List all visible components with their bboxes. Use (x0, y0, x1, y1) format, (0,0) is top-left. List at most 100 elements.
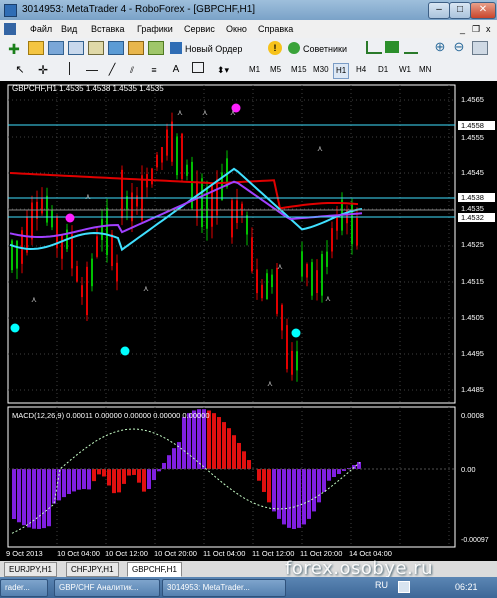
metaeditor-icon[interactable]: ! (268, 41, 282, 55)
drawing-toolbar: ↖ ✛ ╱ ⫽ ≡ A ⬍▾ M1 M5 M15 M30 H1 H4 D1 W1… (0, 60, 497, 82)
navigator-icon[interactable] (108, 41, 124, 55)
line-chart-icon[interactable] (404, 41, 418, 54)
candlestick-icon[interactable] (385, 41, 399, 53)
fibonacci-icon[interactable]: ≡ (148, 62, 160, 78)
crosshair-icon[interactable]: ✛ (36, 62, 50, 78)
candle-body (51, 210, 53, 228)
timeframe-h4[interactable]: H4 (354, 63, 368, 77)
channel-icon[interactable]: ⫽ (126, 62, 138, 78)
new-order-button[interactable]: Новый Ордер (170, 41, 260, 57)
timeframe-m30[interactable]: M30 (311, 63, 331, 77)
candle-body (151, 168, 153, 185)
menu-insert[interactable]: Вставка (91, 24, 124, 34)
candle-body (331, 228, 333, 252)
profiles-icon[interactable] (48, 41, 64, 55)
candlesticks (11, 112, 358, 382)
tile-windows-icon[interactable] (472, 41, 488, 55)
candle-body (46, 195, 48, 223)
price-tag: 1.4538 (461, 193, 484, 202)
tester-icon[interactable] (148, 41, 164, 55)
timeframe-m5[interactable]: M5 (268, 63, 283, 77)
arrow-marker: ⋏ (325, 294, 331, 303)
candle-body (156, 154, 158, 168)
mdi-close-button[interactable]: x (486, 24, 491, 34)
maximize-button[interactable]: □ (449, 2, 471, 19)
candle-body (76, 266, 78, 282)
new-order-icon (170, 42, 182, 54)
timeframe-m1[interactable]: M1 (247, 63, 262, 77)
macd-bar (87, 469, 91, 490)
taskbar-item[interactable]: rader... (0, 579, 48, 597)
macd-bar (47, 469, 51, 527)
macd-bar (77, 469, 81, 490)
signal-dot (291, 328, 301, 338)
macd-bar (112, 469, 116, 494)
timeframe-w1[interactable]: W1 (397, 63, 413, 77)
trendline-icon[interactable]: ╱ (106, 62, 118, 78)
candle-body (231, 200, 233, 238)
clock: 06:21 (455, 582, 478, 592)
experts-button[interactable]: Советники (288, 41, 362, 57)
price-chart[interactable]: ⋏ ⋏ ⋏ ⋏ ⋏ ⋏ ⋏ ⋏ ⋏ ⋏ GBPCHF,H1 1.4535 1.4538 1.453… (0, 81, 497, 561)
candle-body (86, 266, 88, 316)
mdi-minimize-button[interactable]: _ (460, 24, 465, 34)
menu-file[interactable]: Файл (30, 24, 52, 34)
mdi-restore-button[interactable]: ❐ (472, 24, 480, 35)
menu-tools[interactable]: Сервис (184, 24, 215, 34)
cursor-icon[interactable]: ↖ (14, 62, 26, 78)
watermark: forex.osobye.ru (285, 558, 434, 579)
experts-label: Советники (303, 44, 347, 54)
market-watch-icon[interactable] (68, 41, 84, 55)
terminal-icon[interactable] (128, 41, 144, 55)
arrows-icon[interactable]: ⬍▾ (214, 62, 232, 78)
macd-bar (137, 469, 141, 483)
experts-icon (288, 42, 300, 54)
menu-view[interactable]: Вид (61, 24, 77, 34)
timeframe-h1[interactable]: H1 (333, 63, 350, 79)
macd-bar (152, 469, 156, 481)
vertical-line-icon[interactable] (64, 62, 74, 78)
time-axis-label: 11 Oct 20:00 (300, 549, 342, 558)
taskbar: rader... GBP/CHF Аналитик... 3014953: Me… (0, 577, 497, 598)
candle-body (121, 169, 123, 219)
minimize-button[interactable]: – (428, 2, 450, 19)
menu-window[interactable]: Окно (226, 24, 247, 34)
signal-dot (120, 346, 130, 356)
chart-window[interactable]: ⋏ ⋏ ⋏ ⋏ ⋏ ⋏ ⋏ ⋏ ⋏ ⋏ GBPCHF,H1 1.4535 1.4538 1.453… (0, 81, 497, 563)
text-icon[interactable]: A (170, 62, 182, 78)
bar-chart-icon[interactable] (366, 41, 382, 54)
language-indicator[interactable]: RU (375, 580, 388, 590)
macd-bar (12, 469, 16, 519)
candle-body (16, 240, 18, 269)
price-axis-label: 1.4515 (461, 277, 484, 286)
zoom-in-icon[interactable]: ⊕ (432, 39, 448, 55)
timeframe-m15[interactable]: M15 (289, 63, 309, 77)
data-window-icon[interactable] (88, 41, 104, 55)
timeframe-mn[interactable]: MN (417, 63, 433, 77)
new-chart-icon[interactable]: ✚ (6, 41, 22, 57)
tray-icon[interactable] (398, 581, 410, 593)
price-axis-label: 1.4525 (461, 240, 484, 249)
arrow-marker: ⋏ (143, 284, 149, 293)
label-icon[interactable] (192, 62, 204, 78)
zoom-out-icon[interactable]: ⊖ (451, 39, 467, 55)
menu-help[interactable]: Справка (258, 24, 293, 34)
tab-chfjpy[interactable]: CHFJPY,H1 (66, 562, 119, 577)
taskbar-item-metatrader[interactable]: 3014953: MetaTrader... (162, 579, 286, 597)
candle-body (356, 217, 358, 246)
menu-charts[interactable]: Графики (137, 24, 173, 34)
macd-bar (42, 469, 46, 529)
timeframe-d1[interactable]: D1 (376, 63, 390, 77)
time-axis-label: 10 Oct 12:00 (105, 549, 148, 558)
macd-bar (37, 469, 41, 529)
candle-body (81, 285, 83, 298)
candle-body (296, 351, 298, 371)
macd-bar (82, 469, 86, 490)
tab-gbpchf[interactable]: GBPCHF,H1 (127, 562, 182, 577)
tab-eurjpy[interactable]: EURJPY,H1 (4, 562, 57, 577)
close-button[interactable]: ✕ (470, 2, 496, 19)
open-folder-icon[interactable] (28, 41, 44, 55)
candle-body (61, 234, 63, 259)
taskbar-item-browser[interactable]: GBP/CHF Аналитик... (54, 579, 160, 597)
horizontal-line-icon[interactable] (86, 62, 98, 78)
